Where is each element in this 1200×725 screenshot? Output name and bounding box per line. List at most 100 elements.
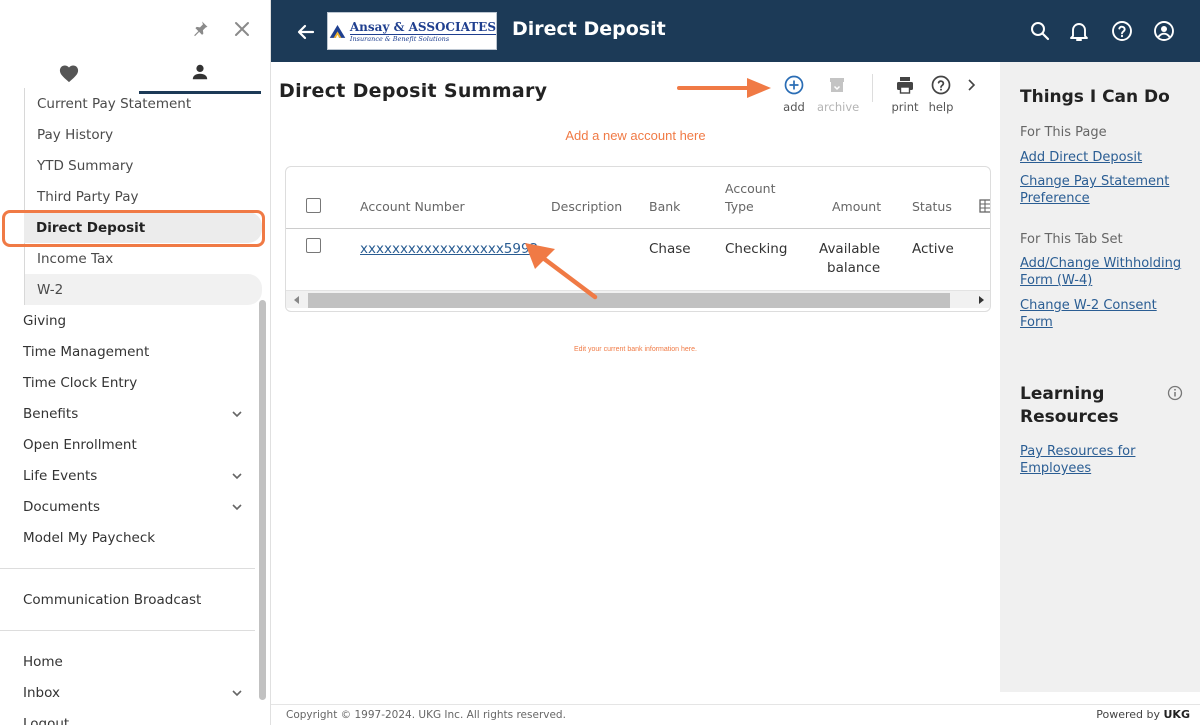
sidebar-item-label: Inbox (23, 684, 60, 701)
help-circle-icon[interactable] (1111, 20, 1133, 42)
column-amount[interactable]: Amount (832, 199, 881, 214)
help-button[interactable]: help (921, 74, 961, 114)
column-description[interactable]: Description (551, 199, 622, 214)
main-content: Direct Deposit Summary add archive print… (271, 62, 1000, 692)
sidebar-scrollbar[interactable] (259, 300, 266, 700)
company-logo: Ansay & ASSOCIATES Insurance & Benefit S… (327, 12, 497, 50)
sidebar-item-income-tax[interactable]: Income Tax (25, 243, 262, 274)
column-chooser-icon[interactable] (979, 198, 990, 217)
sidebar-item-label: Pay History (37, 126, 114, 143)
sidebar-item-time-management[interactable]: Time Management (0, 336, 262, 367)
column-account-type-line1[interactable]: Account (725, 181, 775, 196)
help-label: help (928, 100, 954, 114)
main-nav: Giving Time Management Time Clock Entry … (0, 305, 262, 553)
sidebar-item-pay-history[interactable]: Pay History (25, 119, 262, 150)
column-bank[interactable]: Bank (649, 199, 680, 214)
powered-by: Powered by UKG (1096, 708, 1190, 721)
column-account-type-line2[interactable]: Type (725, 199, 754, 214)
add-circle-icon (784, 75, 804, 95)
sidebar-item-time-clock-entry[interactable]: Time Clock Entry (0, 367, 262, 398)
info-icon[interactable] (1167, 385, 1183, 401)
sidebar-item-label: Documents (23, 498, 100, 515)
sidebar: Current Pay Statement Pay History YTD Su… (0, 0, 271, 725)
direct-deposit-grid: Account Number Description Bank Account … (285, 166, 991, 312)
sidebar-item-label: Direct Deposit (36, 219, 146, 236)
printer-icon (897, 77, 913, 94)
account-number-text[interactable]: xxxxxxxxxxxxxxxxxx5992 (360, 241, 538, 257)
add-direct-deposit-link[interactable]: Add Direct Deposit (1020, 149, 1188, 166)
chevron-right-icon[interactable] (965, 76, 979, 94)
grid-horizontal-scrollbar[interactable] (286, 290, 990, 308)
sidebar-item-third-party-pay[interactable]: Third Party Pay (25, 181, 262, 212)
column-status[interactable]: Status (912, 199, 952, 214)
change-pay-statement-link[interactable]: Change Pay Statement Preference (1020, 173, 1188, 207)
sidebar-item-label: Benefits (23, 405, 79, 422)
archive-icon (830, 78, 844, 92)
logo-tagline: Insurance & Benefit Solutions (349, 33, 496, 43)
print-button[interactable]: print (885, 74, 925, 114)
things-i-can-do-title: Things I Can Do (1020, 87, 1170, 107)
sidebar-nav: Current Pay Statement Pay History YTD Su… (0, 88, 262, 725)
person-icon (191, 63, 209, 85)
pin-icon[interactable] (190, 19, 210, 39)
user-account-icon[interactable] (1153, 20, 1175, 42)
bell-icon[interactable] (1068, 20, 1090, 42)
search-icon[interactable] (1029, 20, 1051, 42)
add-label: add (783, 100, 805, 114)
toolbar-separator (872, 74, 873, 102)
column-account-number[interactable]: Account Number (360, 199, 465, 214)
sidebar-item-label: Current Pay Statement (37, 95, 192, 112)
close-icon[interactable] (232, 19, 252, 39)
change-withholding-link[interactable]: Add/Change Withholding Form (W-4) (1020, 255, 1188, 289)
sidebar-item-inbox[interactable]: Inbox (0, 677, 262, 708)
sidebar-item-label: Communication Broadcast (23, 591, 202, 608)
sidebar-item-communication-broadcast[interactable]: Communication Broadcast (0, 584, 262, 615)
page-title: Direct Deposit Summary (279, 80, 548, 102)
back-arrow-icon[interactable] (295, 21, 317, 43)
sidebar-item-giving[interactable]: Giving (0, 305, 262, 336)
archive-label: archive (817, 100, 860, 114)
help-circle-icon (931, 75, 951, 95)
change-w2-consent-link[interactable]: Change W-2 Consent Form (1020, 297, 1188, 331)
sidebar-item-current-pay-statement[interactable]: Current Pay Statement (25, 88, 262, 119)
add-button[interactable]: add (774, 74, 814, 114)
cell-bank: Chase (649, 241, 691, 257)
archive-button[interactable]: archive (817, 74, 860, 114)
select-all-checkbox[interactable] (306, 198, 321, 213)
sidebar-item-label: Time Management (23, 343, 150, 360)
sidebar-item-direct-deposit[interactable]: Direct Deposit (24, 212, 262, 243)
heart-icon (58, 63, 80, 87)
logo-name: Ansay & ASSOCIATES (349, 19, 496, 34)
scrollbar-thumb[interactable] (308, 293, 950, 308)
sidebar-item-label: Logout (23, 715, 70, 725)
for-this-page-label: For This Page (1020, 125, 1107, 140)
scroll-right-icon[interactable] (976, 295, 986, 305)
copyright-text: Copyright © 1997-2024. UKG Inc. All righ… (286, 709, 566, 721)
sidebar-item-model-my-paycheck[interactable]: Model My Paycheck (0, 522, 262, 553)
right-panel: Things I Can Do For This Page Add Direct… (1000, 62, 1200, 692)
learning-resources-title: Learning Resources (1020, 384, 1119, 427)
header-title: Direct Deposit (512, 18, 666, 40)
sidebar-item-home[interactable]: Home (0, 646, 262, 677)
footer: Copyright © 1997-2024. UKG Inc. All righ… (271, 704, 1200, 725)
account-number-link[interactable]: xxxxxxxxxxxxxxxxxx5992 (360, 241, 538, 257)
pay-resources-link[interactable]: Pay Resources for Employees (1020, 443, 1188, 477)
sidebar-item-documents[interactable]: Documents (0, 491, 262, 522)
sidebar-item-w2[interactable]: W-2 (25, 274, 262, 305)
cell-status: Active (912, 241, 954, 257)
sidebar-item-open-enrollment[interactable]: Open Enrollment (0, 429, 262, 460)
pay-submenu: Current Pay Statement Pay History YTD Su… (24, 88, 262, 305)
sidebar-item-life-events[interactable]: Life Events (0, 460, 262, 491)
sidebar-item-label: Giving (23, 312, 67, 329)
sidebar-item-benefits[interactable]: Benefits (0, 398, 262, 429)
scroll-left-icon[interactable] (292, 295, 302, 305)
sidebar-item-label: W-2 (37, 281, 64, 298)
cell-amount-line2: balance (827, 260, 881, 276)
powered-by-brand: UKG (1163, 708, 1191, 721)
sidebar-item-ytd-summary[interactable]: YTD Summary (25, 150, 262, 181)
sidebar-item-logout[interactable]: Logout (0, 708, 262, 725)
logo-text: Ansay & ASSOCIATES Insurance & Benefit S… (349, 19, 496, 43)
annotation-arrow-add (677, 78, 771, 98)
row-checkbox[interactable] (306, 238, 321, 253)
logo-mark-icon (329, 24, 346, 38)
